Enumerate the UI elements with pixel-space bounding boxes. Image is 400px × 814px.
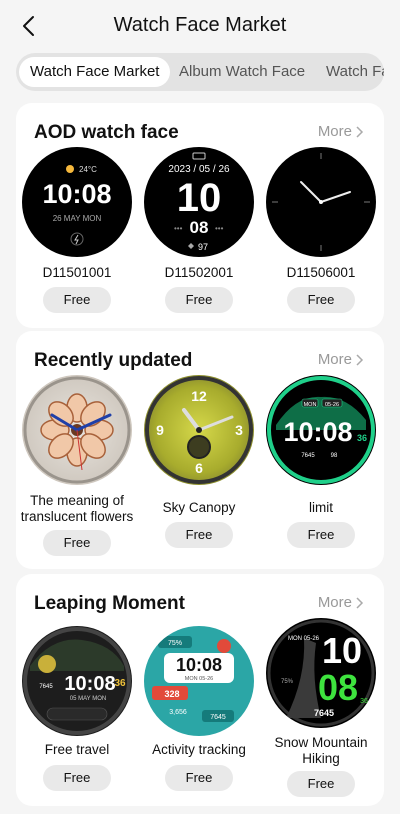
watch-face-thumbnail[interactable]: 2023 / 05 / 26 10 08 ••• ••• 97 bbox=[144, 147, 254, 257]
heart-rate-text: 97 bbox=[198, 242, 208, 252]
date-text: MON 05-26 bbox=[288, 636, 320, 642]
weather-text: 24°C bbox=[79, 165, 97, 174]
watch-name: Activity tracking bbox=[152, 742, 246, 757]
numeral-9: 9 bbox=[156, 422, 164, 438]
watch-name: D11501001 bbox=[42, 265, 112, 280]
more-label: More bbox=[317, 594, 352, 611]
date-label: 05-26 bbox=[325, 402, 339, 408]
date-text: 26 MAY MON bbox=[53, 214, 102, 223]
watch-face-thumbnail[interactable]: MON 05-26 10 08 36 7645 75% bbox=[266, 618, 376, 728]
free-button[interactable]: Free bbox=[287, 522, 355, 548]
free-button[interactable]: Free bbox=[287, 771, 355, 797]
watch-name: The meaning of translucent flowers bbox=[20, 493, 134, 524]
hour-text: 10 bbox=[177, 176, 222, 220]
tab-watch-fa[interactable]: Watch Fa bbox=[315, 57, 384, 87]
watch-name: Free travel bbox=[44, 742, 110, 757]
steps-text: 7645 bbox=[301, 453, 315, 459]
chevron-right-icon bbox=[356, 125, 364, 138]
percent-text: 75% bbox=[281, 679, 294, 685]
watch-name: D11502001 bbox=[164, 265, 234, 280]
svg-text:•••: ••• bbox=[215, 224, 224, 233]
free-button[interactable]: Free bbox=[165, 287, 233, 313]
time-text: 10:08 bbox=[283, 417, 352, 447]
weekday-label: MON bbox=[304, 402, 317, 408]
section-leaping-moment: Leaping Moment More 10:08 05 MAY MON 36 … bbox=[16, 574, 384, 806]
more-label: More bbox=[317, 351, 352, 368]
free-button[interactable]: Free bbox=[43, 287, 111, 313]
more-label: More bbox=[317, 123, 352, 140]
numeral-6: 6 bbox=[195, 460, 203, 476]
section-title: Recently updated bbox=[34, 350, 193, 371]
more-link[interactable]: More bbox=[318, 594, 364, 611]
more-link[interactable]: More bbox=[318, 351, 364, 368]
chevron-right-icon bbox=[356, 596, 364, 609]
numeral-12: 12 bbox=[191, 388, 207, 404]
watch-face-thumbnail[interactable]: 24°C 10:08 26 MAY MON bbox=[22, 147, 132, 257]
watch-face-thumbnail[interactable]: 12 3 6 9 bbox=[144, 375, 254, 485]
chevron-right-icon bbox=[356, 353, 364, 366]
free-button[interactable]: Free bbox=[43, 530, 111, 556]
time-text: 10:08 bbox=[176, 655, 222, 675]
tab-watch-face-market[interactable]: Watch Face Market bbox=[19, 57, 171, 87]
section-aod-watch-face: AOD watch face More 24°C 10:08 26 MAY MO… bbox=[16, 103, 384, 328]
section-title: Leaping Moment bbox=[34, 593, 185, 614]
time-text: 10:08 bbox=[42, 179, 111, 209]
date-text: 05 MAY MON bbox=[70, 696, 106, 702]
watch-name: limit bbox=[309, 500, 333, 515]
watch-face-thumbnail[interactable]: MON 05-26 10:08 36 7645 98 bbox=[266, 375, 376, 485]
watch-name: Sky Canopy bbox=[162, 500, 236, 515]
tab-album-watch-face[interactable]: Album Watch Face bbox=[168, 57, 316, 87]
hour-text: 10 bbox=[322, 630, 362, 671]
numeral-3: 3 bbox=[235, 422, 243, 438]
seconds-text: 36 bbox=[360, 698, 368, 705]
watch-face-thumbnail[interactable]: 75% 10:08 MON 05-26 328 3,656 7645 bbox=[144, 626, 254, 736]
value-1-text: 328 bbox=[164, 689, 179, 699]
free-button[interactable]: Free bbox=[165, 765, 233, 791]
steps-text: 7645 bbox=[314, 708, 334, 718]
watch-name: D11506001 bbox=[286, 265, 356, 280]
minute-text: 08 bbox=[190, 218, 209, 237]
steps-text: 7645 bbox=[39, 684, 53, 690]
watch-name: Snow Mountain Hiking bbox=[274, 735, 368, 766]
date-text: MON 05-26 bbox=[185, 676, 213, 682]
time-text: 10:08 bbox=[64, 673, 115, 695]
seconds-text: 36 bbox=[357, 433, 367, 443]
value-2-text: 3,656 bbox=[169, 709, 187, 716]
svg-text:•••: ••• bbox=[174, 224, 183, 233]
page-title: Watch Face Market bbox=[113, 14, 287, 36]
minute-text: 08 bbox=[318, 667, 358, 708]
section-recently-updated: Recently updated More The meaning of tra… bbox=[16, 331, 384, 569]
watch-face-thumbnail[interactable] bbox=[266, 147, 376, 257]
date-text: 2023 / 05 / 26 bbox=[168, 164, 230, 175]
header: Watch Face Market bbox=[0, 0, 400, 54]
more-link[interactable]: More bbox=[318, 123, 364, 140]
watch-face-thumbnail[interactable]: 10:08 05 MAY MON 36 7645 bbox=[22, 626, 132, 736]
tab-bar: Watch Face Market Album Watch Face Watch… bbox=[16, 53, 384, 91]
watch-face-thumbnail[interactable] bbox=[22, 375, 132, 485]
free-button[interactable]: Free bbox=[165, 522, 233, 548]
heart-rate-text: 98 bbox=[331, 453, 338, 459]
value-3-text: 7645 bbox=[210, 714, 226, 721]
free-button[interactable]: Free bbox=[287, 287, 355, 313]
free-button[interactable]: Free bbox=[43, 765, 111, 791]
percent-text: 75% bbox=[168, 640, 182, 647]
section-title: AOD watch face bbox=[34, 122, 179, 143]
seconds-text: 36 bbox=[114, 678, 126, 689]
